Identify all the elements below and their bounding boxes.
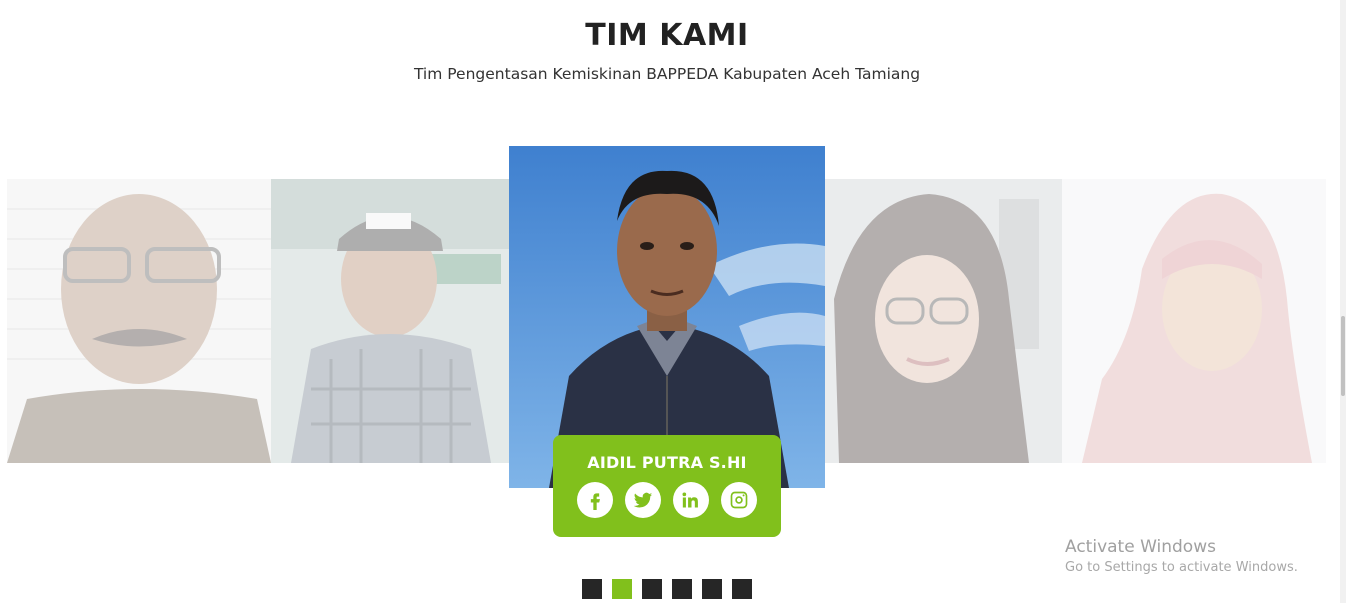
facebook-link[interactable] [577,482,613,518]
member-photo [271,179,509,463]
team-member-card[interactable] [1062,179,1326,463]
team-member-card[interactable] [271,179,509,463]
member-name: AIDIL PUTRA S.HI [587,453,747,472]
member-photo [799,179,1062,463]
watermark-title: Activate Windows [1065,537,1216,557]
carousel-pagination [582,579,752,599]
team-member-card[interactable] [799,179,1062,463]
member-photo [7,179,271,463]
linkedin-icon [682,492,698,508]
pagination-dot[interactable] [582,579,602,599]
twitter-link[interactable] [625,482,661,518]
twitter-icon [633,492,653,508]
team-member-card[interactable] [7,179,271,463]
pagination-dot[interactable] [642,579,662,599]
pagination-dot-active[interactable] [612,579,632,599]
team-carousel[interactable]: AIDIL PUTRA S.HI [0,0,1340,603]
instagram-icon [730,491,748,509]
social-links [553,482,781,518]
scrollbar-thumb[interactable] [1341,316,1345,396]
facebook-icon [590,493,600,510]
pagination-dot[interactable] [672,579,692,599]
pagination-dot[interactable] [732,579,752,599]
watermark-subtitle: Go to Settings to activate Windows. [1065,560,1298,575]
linkedin-link[interactable] [673,482,709,518]
instagram-link[interactable] [721,482,757,518]
pagination-dot[interactable] [702,579,722,599]
member-info-box: AIDIL PUTRA S.HI [553,435,781,537]
page-scrollbar[interactable] [1340,0,1346,603]
member-photo [1062,179,1326,463]
windows-activation-watermark: Activate Windows Go to Settings to activ… [1065,537,1298,575]
